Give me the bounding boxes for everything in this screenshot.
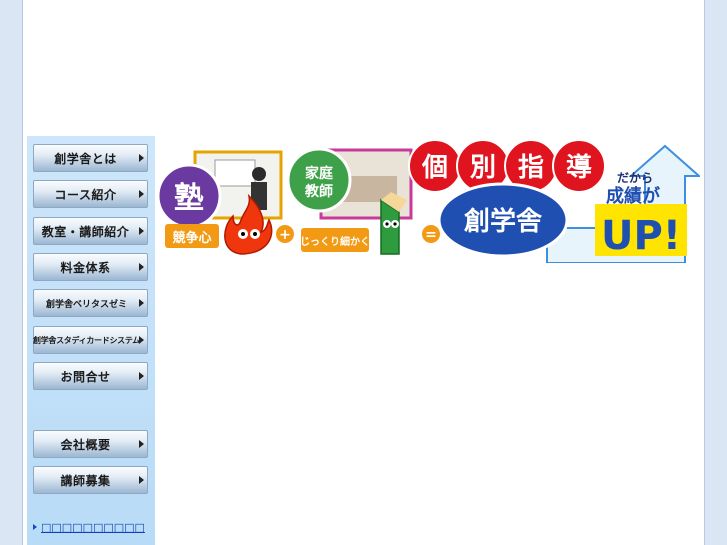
- arrow-right-icon: [139, 154, 144, 162]
- nav-veritas-button[interactable]: 創学舎ベリタスゼミ: [33, 289, 148, 317]
- nav-contact-label: お問合せ: [60, 369, 111, 384]
- nav-studycard-label: 創学舎スタディカードシステム: [33, 335, 140, 345]
- sougakusha-text: 創学舎: [464, 206, 542, 237]
- equals-text: =: [425, 227, 437, 243]
- arrow-right-icon: [139, 263, 144, 271]
- nav-recruit-button[interactable]: 講師募集: [33, 466, 148, 494]
- plus-text: +: [279, 227, 291, 243]
- juku-text: 塾: [174, 181, 204, 216]
- arrow-right-icon: [139, 440, 144, 448]
- kobetsu-text-4: 導: [566, 152, 592, 183]
- nav-company-button[interactable]: 会社概要: [33, 430, 148, 458]
- nav-veritas-label: 創学舎ベリタスゼミ: [45, 299, 127, 310]
- nav-courses-button[interactable]: コース紹介: [33, 180, 148, 208]
- banner-graphic: 塾 競争心 家庭 教師 じっくり細かく + = 個 別 指 導 創学舎 だから …: [156, 139, 700, 263]
- nav-fees-label: 料金体系: [60, 260, 111, 275]
- bullet-arrow-icon: [33, 524, 37, 530]
- nav-classroom-button[interactable]: 教室・講師紹介: [33, 217, 148, 245]
- mobile-site-link[interactable]: □□□□□□□□□□: [33, 520, 145, 534]
- nav-classroom-label: 教室・講師紹介: [41, 224, 130, 239]
- nav-contact-button[interactable]: お問合せ: [33, 362, 148, 390]
- nav-recruit-label: 講師募集: [60, 473, 111, 488]
- kobetsu-text-3: 指: [518, 153, 544, 183]
- nav-fees-button[interactable]: 料金体系: [33, 253, 148, 281]
- nav-company-label: 会社概要: [60, 437, 111, 452]
- katei-text-1: 家庭: [305, 165, 334, 182]
- up-text: UP!: [601, 213, 681, 259]
- nav-courses-label: コース紹介: [54, 187, 117, 202]
- nav-about-button[interactable]: 創学舎とは: [33, 144, 148, 172]
- arrow-right-icon: [139, 227, 144, 235]
- mobile-site-link-text: □□□□□□□□□□: [41, 520, 145, 534]
- page-frame: 創学舎とは コース紹介 教室・講師紹介 料金体系 創学舎ベリタスゼミ 創学舎スタ…: [22, 0, 705, 545]
- nav-about-label: 創学舎とは: [54, 151, 117, 166]
- kyousoushin-text: 競争心: [172, 230, 211, 246]
- arrow-right-icon: [139, 299, 144, 307]
- katei-text-2: 教師: [305, 183, 333, 200]
- arrow-right-icon: [139, 372, 144, 380]
- kobetsu-text-2: 別: [470, 153, 496, 183]
- dakara-text: だから: [617, 171, 653, 185]
- jikkuri-text: じっくり細かく: [300, 235, 370, 248]
- header-area: [23, 0, 704, 136]
- arrow-right-icon: [139, 190, 144, 198]
- seiseki-text: 成績が: [606, 185, 660, 207]
- arrow-right-icon: [139, 336, 144, 344]
- nav-studycard-button[interactable]: 創学舎スタディカードシステム: [33, 326, 148, 354]
- hero-banner: 塾 競争心 家庭 教師 じっくり細かく + = 個 別 指 導 創学舎 だから …: [155, 136, 700, 263]
- sidebar-nav: 創学舎とは コース紹介 教室・講師紹介 料金体系 創学舎ベリタスゼミ 創学舎スタ…: [27, 136, 155, 545]
- arrow-right-icon: [139, 476, 144, 484]
- kobetsu-text-1: 個: [421, 153, 448, 183]
